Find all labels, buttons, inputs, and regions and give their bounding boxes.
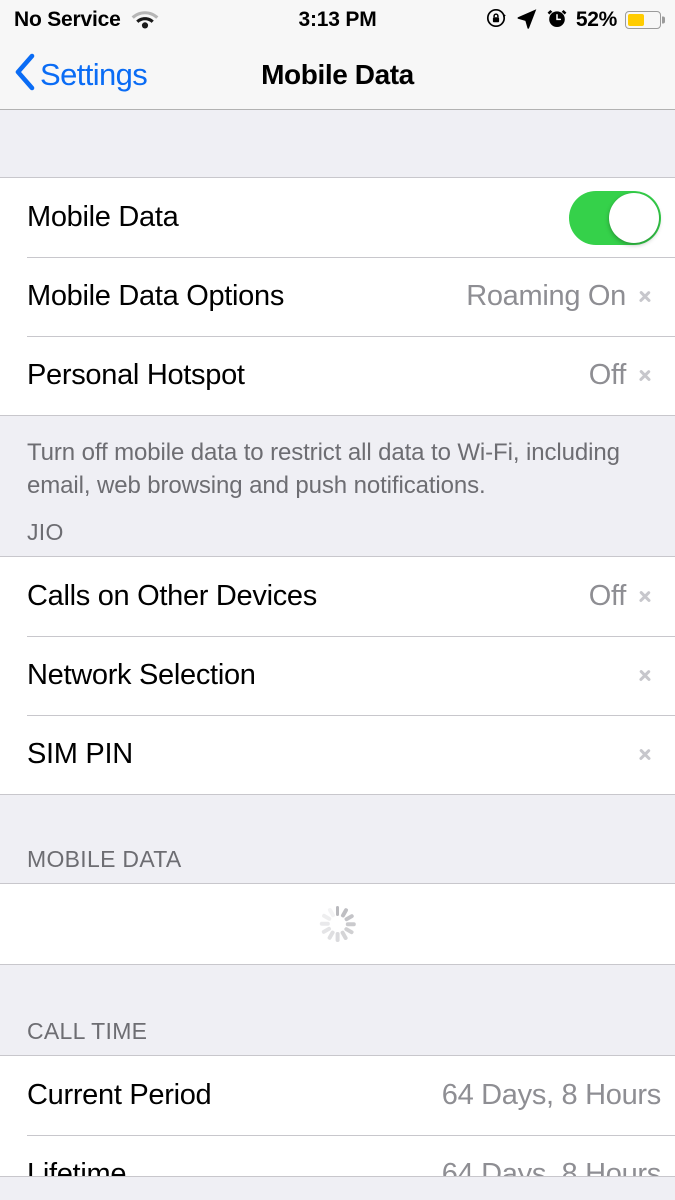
row-label: Mobile Data [27, 201, 179, 233]
row-label: SIM PIN [27, 738, 133, 771]
wifi-icon [130, 7, 160, 34]
row-accessory: Off [589, 359, 661, 392]
page-title: Mobile Data [261, 58, 414, 90]
row-label: Personal Hotspot [27, 359, 245, 391]
chevron-right-icon [638, 742, 653, 768]
row-personal-hotspot[interactable]: Personal Hotspot Off [0, 336, 675, 415]
row-sim-pin[interactable]: SIM PIN [0, 715, 675, 795]
row-label: Current Period [27, 1079, 212, 1112]
row-accessory: 64 Days, 8 Hours [441, 1079, 662, 1112]
battery-percentage-label: 52% [575, 8, 617, 31]
battery-fill [627, 13, 644, 27]
chevron-right-icon [638, 363, 653, 389]
rotation-lock-icon [486, 7, 508, 34]
row-current-period: Current Period 64 Days, 8 Hours [0, 1056, 675, 1136]
section-header-jio: JIO [0, 510, 675, 557]
mobile-data-toggle[interactable] [569, 190, 661, 245]
navigation-bar: Settings Mobile Data [0, 40, 675, 110]
clock-label: 3:13 PM [298, 8, 377, 31]
carrier-group: Calls on Other Devices Off Network Selec… [0, 556, 675, 796]
status-bar: No Service 3:13 PM 52% [0, 0, 675, 40]
settings-mobile-data-screen: No Service 3:13 PM 52% Settings Mobile D… [0, 0, 675, 1200]
row-label: Mobile Data Options [27, 280, 285, 312]
back-button[interactable]: Settings [0, 53, 148, 96]
status-bar-right: 52% [486, 7, 661, 34]
row-calls-on-other-devices[interactable]: Calls on Other Devices Off [0, 557, 675, 637]
row-accessory: Roaming On [466, 280, 661, 313]
section-header-call-time: CALL TIME [0, 965, 675, 1056]
row-accessory [638, 663, 661, 689]
row-value: Off [588, 580, 627, 613]
chevron-left-icon [14, 53, 36, 96]
mobile-data-footer-note: Turn off mobile data to restrict all dat… [0, 416, 675, 511]
row-value: 64 Days, 8 Hours [441, 1158, 662, 1178]
alarm-clock-icon [546, 7, 568, 34]
battery-icon [625, 11, 661, 29]
row-network-selection[interactable]: Network Selection [0, 636, 675, 716]
row-mobile-data[interactable]: Mobile Data [0, 178, 675, 257]
row-label: Network Selection [27, 659, 256, 692]
call-time-group: Current Period 64 Days, 8 Hours Lifetime… [0, 1055, 675, 1178]
row-lifetime: Lifetime 64 Days, 8 Hours [0, 1135, 675, 1177]
row-loading [0, 884, 675, 965]
toggle-knob [609, 192, 659, 243]
row-accessory: Off [589, 580, 661, 613]
row-value: Off [588, 359, 627, 391]
location-arrow-icon [516, 7, 538, 34]
mobile-data-group: Mobile Data Mobile Data Options Roaming … [0, 178, 675, 416]
top-spacer [0, 110, 675, 178]
status-bar-left: No Service [14, 7, 160, 34]
row-value: Roaming On [466, 280, 626, 312]
row-accessory: 64 Days, 8 Hours [441, 1158, 662, 1178]
back-button-label: Settings [40, 56, 148, 92]
row-accessory [569, 190, 661, 245]
activity-spinner [319, 905, 357, 943]
mobile-data-usage-group [0, 883, 675, 966]
section-header-mobile-data: MOBILE DATA [0, 795, 675, 884]
row-accessory [638, 742, 661, 768]
chevron-right-icon [638, 584, 653, 610]
row-label: Lifetime [27, 1158, 127, 1178]
row-mobile-data-options[interactable]: Mobile Data Options Roaming On [0, 257, 675, 336]
chevron-right-icon [638, 663, 653, 689]
row-label: Calls on Other Devices [27, 580, 317, 613]
chevron-right-icon [638, 284, 653, 310]
carrier-label: No Service [14, 8, 121, 31]
row-value: 64 Days, 8 Hours [441, 1079, 662, 1112]
